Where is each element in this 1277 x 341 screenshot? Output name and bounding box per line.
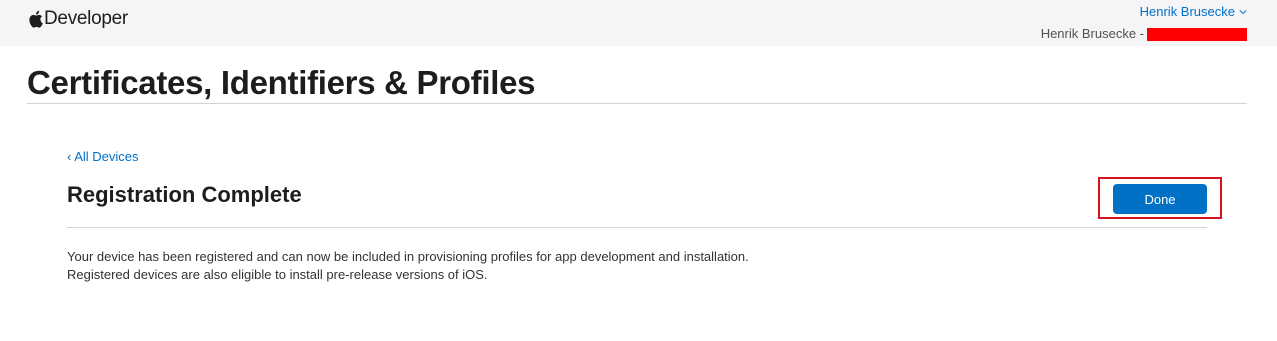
section-title: Registration Complete bbox=[67, 182, 302, 207]
apple-logo-icon bbox=[28, 10, 43, 28]
description-line-1: Your device has been registered and can … bbox=[67, 249, 749, 264]
chevron-down-icon bbox=[1239, 9, 1247, 15]
page-title: Certificates, Identifiers & Profiles bbox=[27, 64, 536, 101]
title-divider bbox=[27, 103, 1247, 104]
account-menu: Henrik Brusecke Henrik Brusecke - bbox=[1041, 3, 1247, 42]
brand-text: Developer bbox=[44, 8, 128, 29]
redacted-team-id bbox=[1147, 27, 1247, 41]
all-devices-back-link[interactable]: ‹ All Devices bbox=[67, 149, 139, 165]
done-button[interactable]: Done bbox=[1113, 184, 1207, 214]
team-info: Henrik Brusecke - bbox=[1041, 26, 1247, 42]
account-name-dropdown[interactable]: Henrik Brusecke bbox=[1140, 4, 1247, 20]
team-name-label: Henrik Brusecke - bbox=[1040, 26, 1144, 41]
developer-brand-link[interactable]: Developer bbox=[28, 8, 128, 30]
section-divider bbox=[67, 227, 1207, 228]
global-header: Developer Henrik Brusecke Henrik Bruseck… bbox=[0, 0, 1277, 46]
registration-description: Your device has been registered and can … bbox=[67, 248, 749, 284]
description-line-2: Registered devices are also eligible to … bbox=[67, 267, 488, 282]
account-name-label: Henrik Brusecke bbox=[1139, 4, 1235, 19]
